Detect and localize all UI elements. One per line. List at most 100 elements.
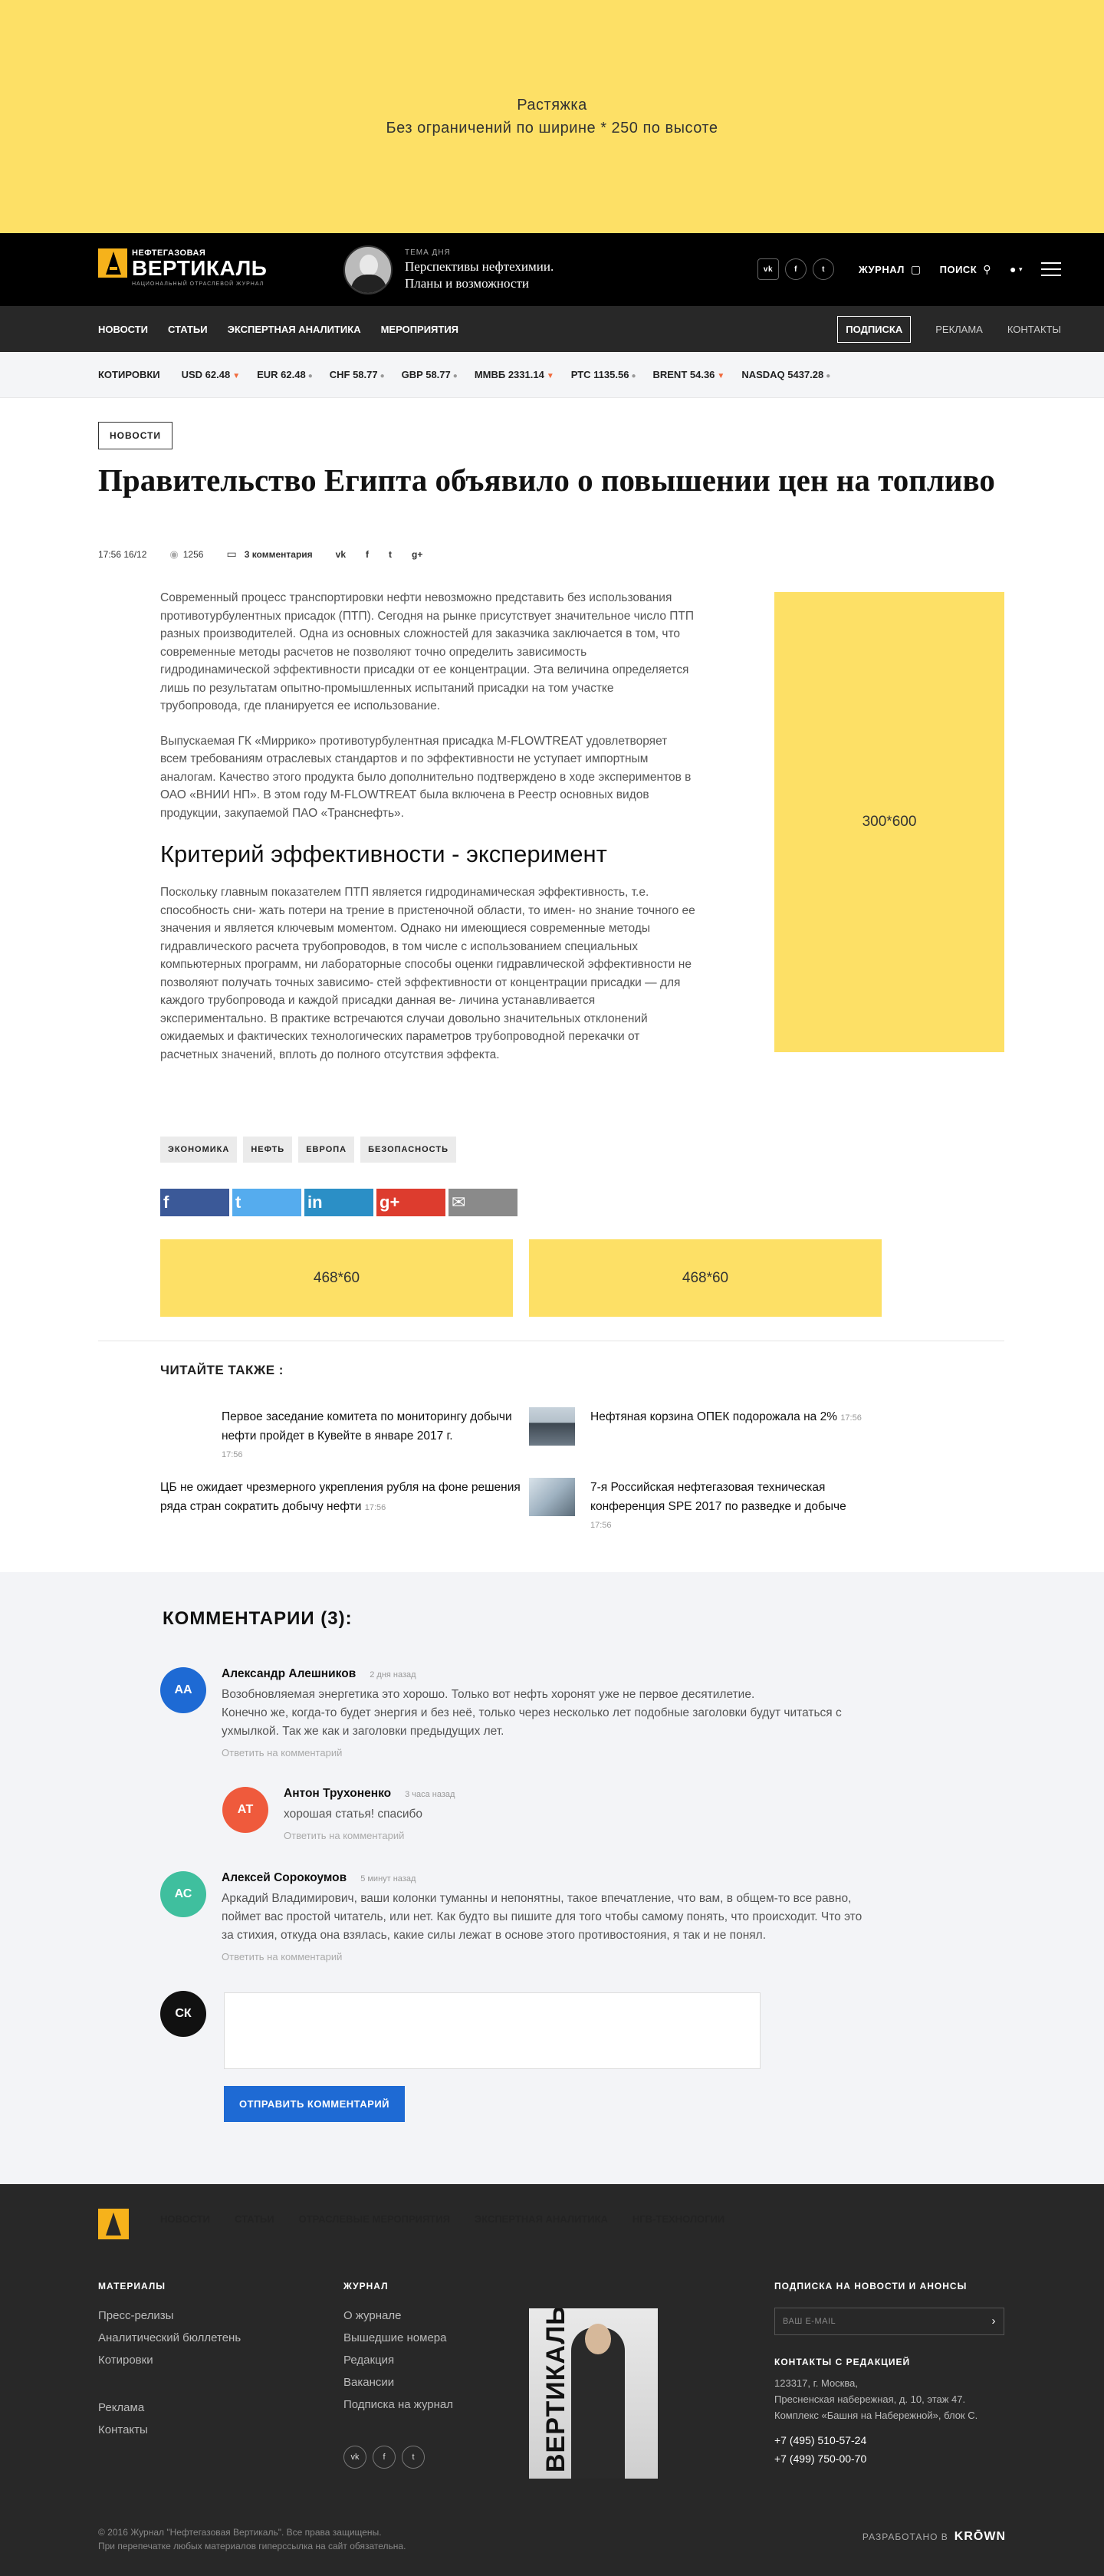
footer-nav-analytics[interactable]: ЭКСПЕРТНАЯ АНАЛИТИКА <box>475 2213 608 2225</box>
reply-link[interactable]: Ответить на комментарий <box>222 1747 873 1758</box>
footer-nav-articles[interactable]: СТАТЬИ <box>235 2213 274 2225</box>
article-datetime: 17:56 16/12 <box>98 548 147 560</box>
tag-security[interactable]: БЕЗОПАСНОСТЬ <box>360 1137 456 1163</box>
menu-icon[interactable] <box>1041 262 1061 276</box>
category-badge[interactable]: НОВОСТИ <box>98 422 173 449</box>
footer-phones: +7 (495) 510-57-24 +7 (499) 750-00-70 <box>774 2431 866 2468</box>
top-ad-banner[interactable]: Растяжка Без ограничений по ширине * 250… <box>0 0 1104 233</box>
topic-of-day[interactable]: ТЕМА ДНЯ Перспективы нефтехимии. Планы и… <box>343 245 554 294</box>
quote-item: BRENT 54.36 ▼ <box>652 369 725 380</box>
search-link[interactable]: ПОИСК ⚲ <box>940 263 991 276</box>
article-paragraph: Современный процесс транспортировки нефт… <box>160 591 695 712</box>
article-paragraph: Выпускаемая ГК «Миррико» противотурбулен… <box>160 734 692 820</box>
subscribe-button[interactable]: ПОДПИСКА <box>837 315 912 343</box>
footer-link[interactable]: Редакция <box>343 2349 453 2371</box>
email-input[interactable]: ВАШ E-MAIL › <box>774 2308 1004 2335</box>
share-linkedin-button[interactable]: in <box>304 1189 373 1216</box>
banner-line2: Без ограничений по ширине * 250 по высот… <box>386 120 718 137</box>
share-gplus-icon[interactable]: g+ <box>412 549 422 560</box>
share-twitter-button[interactable]: t <box>232 1189 301 1216</box>
thumbnail <box>160 1407 206 1446</box>
comment-textarea[interactable] <box>224 1992 761 2069</box>
footer-link[interactable]: Вакансии <box>343 2371 453 2393</box>
nav-item-ads[interactable]: РЕКЛАМА <box>935 324 983 335</box>
footer-link[interactable]: Котировки <box>98 2349 241 2371</box>
topic-avatar <box>343 245 393 294</box>
footer-link[interactable]: Пресс-релизы <box>98 2305 241 2327</box>
user-menu[interactable]: ● ▾ <box>1010 263 1023 275</box>
ad-banner-468[interactable]: 468*60 <box>160 1239 513 1317</box>
side-ad-banner[interactable]: 300*600 <box>774 592 1004 1052</box>
nav-item-articles[interactable]: СТАТЬИ <box>168 324 208 335</box>
twitter-icon[interactable]: t <box>402 2446 425 2469</box>
reply-link[interactable]: Ответить на комментарий <box>284 1830 455 1841</box>
ad-banner-468[interactable]: 468*60 <box>529 1239 882 1317</box>
page: Растяжка Без ограничений по ширине * 250… <box>0 0 1104 2576</box>
share-twitter-icon[interactable]: t <box>389 549 392 560</box>
comments-title: КОММЕНТАРИИ (3): <box>163 1608 353 1629</box>
share-vk-icon[interactable]: vk <box>336 549 346 560</box>
comment: АС Алексей Сорокоумов 5 минут назад Аркад… <box>160 1871 873 1962</box>
share-gplus-button[interactable]: g+ <box>376 1189 445 1216</box>
footer-nav-news[interactable]: НОВОСТИ <box>160 2213 210 2225</box>
footer-link[interactable]: Вышедшие номера <box>343 2327 453 2349</box>
quote-item: CHF 58.77 ● <box>329 369 385 380</box>
article-paragraph: Поскольку главным показателем ПТП являет… <box>160 886 695 1061</box>
tag-oil[interactable]: НЕФТЬ <box>243 1137 293 1163</box>
tag-economy[interactable]: ЭКОНОМИКА <box>160 1137 238 1163</box>
read-also-item[interactable]: ЦБ не ожидает чрезмерного укрепления руб… <box>160 1478 521 1518</box>
facebook-icon[interactable]: f <box>784 258 807 280</box>
quote-item: EUR 62.48 ● <box>257 369 313 380</box>
read-also-item[interactable]: Нефтяная корзина ОПЕК подорожала на 2% 1… <box>529 1407 889 1446</box>
nav-item-events[interactable]: МЕРОПРИЯТИЯ <box>381 324 458 335</box>
footer-link[interactable]: Аналитический бюллетень <box>98 2327 241 2349</box>
reply-link[interactable]: Ответить на комментарий <box>222 1951 873 1962</box>
share-email-button[interactable]: ✉ <box>449 1189 518 1216</box>
magazine-cover[interactable]: ВЕРТИКАЛЬ <box>529 2308 658 2479</box>
read-also-item[interactable]: Первое заседание комитета по мониторингу… <box>160 1407 521 1465</box>
comment-author: Антон Трухоненко 3 часа назад <box>284 1787 455 1800</box>
footer-nav-events[interactable]: ОТРАСЛЕВЫЕ МЕРОПРИЯТИЯ <box>299 2213 450 2225</box>
journal-link[interactable]: ЖУРНАЛ ▢ <box>859 263 922 276</box>
magazine-cover-title: ВЕРТИКАЛЬ <box>541 2308 570 2472</box>
chevron-right-icon[interactable]: › <box>992 2314 997 2328</box>
quote-item: USD 62.48 ▼ <box>181 369 241 380</box>
nav-item-news[interactable]: НОВОСТИ <box>98 324 148 335</box>
comments-link[interactable]: ▭ 3 комментария <box>226 548 312 561</box>
share-facebook-button[interactable]: f <box>160 1189 229 1216</box>
nav-item-analytics[interactable]: ЭКСПЕРТНАЯ АНАЛИТИКА <box>228 324 361 335</box>
footer-link[interactable]: Контакты <box>98 2419 148 2441</box>
logo-line3: НАЦИОНАЛЬНЫЙ ОТРАСЛЕВОЙ ЖУРНАЛ <box>132 281 264 287</box>
developer-credit[interactable]: РАЗРАБОТАНО В KRŌWN <box>863 2530 1006 2544</box>
gplus-icon: g+ <box>380 1193 400 1212</box>
share-facebook-icon[interactable]: f <box>366 549 369 560</box>
quote-item: ММВБ 2331.14 ▼ <box>474 369 554 380</box>
twitter-icon[interactable]: t <box>812 258 834 280</box>
nav-item-contacts[interactable]: КОНТАКТЫ <box>1007 324 1061 335</box>
vk-icon[interactable]: vk <box>757 258 779 280</box>
phone-link[interactable]: +7 (499) 750-00-70 <box>774 2449 866 2468</box>
facebook-icon[interactable]: f <box>373 2446 396 2469</box>
comment: АТ Антон Трухоненко 3 часа назад хорошая … <box>222 1787 759 1841</box>
envelope-icon: ✉ <box>452 1193 466 1212</box>
footer-logo-icon[interactable] <box>98 2209 129 2239</box>
main-nav: НОВОСТИ СТАТЬИ ЭКСПЕРТНАЯ АНАЛИТИКА МЕРО… <box>0 306 1104 352</box>
comment: АА Александр Алешников 2 дня назад Возобн… <box>160 1667 873 1758</box>
read-also-item[interactable]: 7-я Российская нефтегазовая техническая … <box>529 1478 889 1535</box>
phone-link[interactable]: +7 (495) 510-57-24 <box>774 2431 866 2449</box>
tags-list: ЭКОНОМИКА НЕФТЬ ЕВРОПА БЕЗОПАСНОСТЬ <box>160 1137 462 1163</box>
facebook-icon: f <box>163 1193 169 1212</box>
article-subheading: Критерий эффективности - эксперимент <box>160 841 607 867</box>
footer-link[interactable]: Реклама <box>98 2397 148 2419</box>
footer-materials-list-2: Реклама Контакты <box>98 2397 148 2441</box>
footer-nav-tech[interactable]: НГВ-ТЕХНОЛОГИИ <box>632 2213 724 2225</box>
tag-europe[interactable]: ЕВРОПА <box>298 1137 355 1163</box>
footer-link[interactable]: О журнале <box>343 2305 453 2327</box>
footer-link[interactable]: Подписка на журнал <box>343 2393 453 2416</box>
send-comment-button[interactable]: ОТПРАВИТЬ КОММЕНТАРИЙ <box>224 2086 405 2122</box>
current-user-avatar: СК <box>160 1991 206 2037</box>
topic-title: Перспективы нефтехимии. Планы и возможно… <box>405 258 554 291</box>
banner-line1: Растяжка <box>517 97 587 114</box>
vk-icon[interactable]: vk <box>343 2446 366 2469</box>
site-logo[interactable]: НЕФТЕГАЗОВАЯ ВЕРТИКАЛЬ НАЦИОНАЛЬНЫЙ ОТРА… <box>98 248 267 287</box>
